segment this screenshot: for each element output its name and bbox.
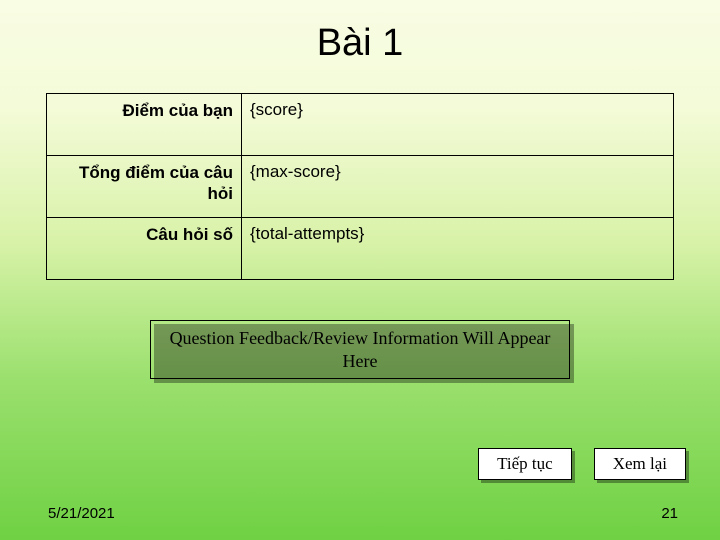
feedback-text: Question Feedback/Review Information Wil… (150, 320, 570, 379)
review-button[interactable]: Xem lại (594, 448, 686, 480)
table-row: Tổng điểm của câu hỏi {max-score} (47, 156, 674, 218)
continue-button[interactable]: Tiếp tục (478, 448, 572, 480)
feedback-box: Question Feedback/Review Information Wil… (150, 320, 570, 379)
row-label-score: Điểm của bạn (47, 94, 242, 156)
row-value-maxscore: {max-score} (242, 156, 674, 218)
page-title: Bài 1 (0, 0, 720, 65)
row-label-maxscore: Tổng điểm của câu hỏi (47, 156, 242, 218)
continue-button-label: Tiếp tục (478, 448, 572, 480)
row-label-attempts: Câu hỏi số (47, 218, 242, 280)
row-value-attempts: {total-attempts} (242, 218, 674, 280)
footer-date: 5/21/2021 (48, 505, 115, 522)
table-row: Câu hỏi số {total-attempts} (47, 218, 674, 280)
review-button-label: Xem lại (594, 448, 686, 480)
score-table: Điểm của bạn {score} Tổng điểm của câu h… (46, 93, 674, 280)
row-value-score: {score} (242, 94, 674, 156)
footer-page: 21 (661, 505, 678, 522)
button-bar: Tiếp tục Xem lại (478, 448, 686, 480)
table-row: Điểm của bạn {score} (47, 94, 674, 156)
